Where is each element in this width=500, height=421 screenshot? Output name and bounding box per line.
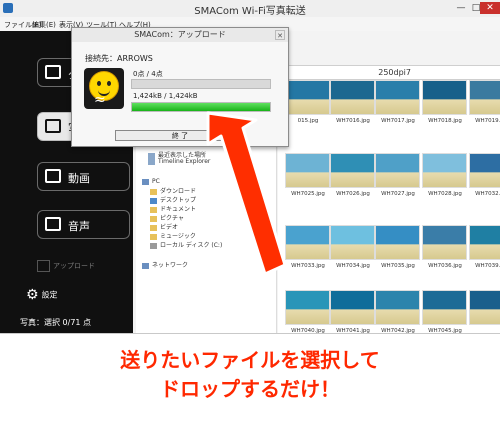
- caption: 送りたいファイルを選択して ドロップするだけ！: [0, 346, 500, 404]
- caption-line-1: 送りたいファイルを選択して: [120, 348, 380, 372]
- caption-line-2: ドロップするだけ！: [160, 377, 340, 401]
- arrow-shape: [206, 111, 287, 276]
